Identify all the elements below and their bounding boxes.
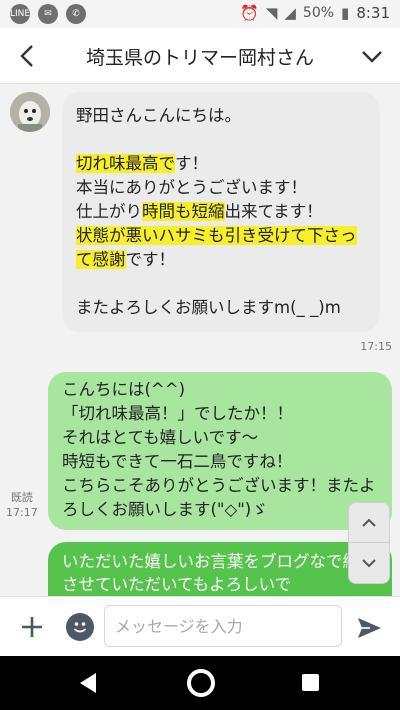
phone-icon: ✆ bbox=[66, 4, 86, 24]
message-input[interactable] bbox=[104, 605, 342, 647]
nav-back-button[interactable] bbox=[78, 671, 98, 699]
wifi-icon: ◥ bbox=[265, 4, 278, 22]
system-nav-bar bbox=[0, 656, 400, 710]
message-line: 状態が悪いハサミも引き受けて下さって感謝です！ bbox=[76, 224, 366, 272]
chat-title: 埼玉県のトリマー岡村さん bbox=[85, 47, 314, 69]
chat-header: 埼玉県のトリマー岡村さん bbox=[0, 28, 400, 84]
highlighted-text: 状態が悪いハサミも引き受けて下さって感謝 bbox=[76, 226, 357, 269]
triangle-back-icon bbox=[80, 673, 96, 693]
message-line: 本当にありがとうございます！ bbox=[76, 178, 307, 197]
plus-icon bbox=[22, 617, 42, 637]
dog-avatar-icon bbox=[10, 92, 50, 132]
chat-area[interactable]: 野田さんこんにちは。 切れ味最高です！ 本当にありがとうございます！ 仕上がり時… bbox=[0, 84, 400, 596]
message-line: またよろしくお願いしますm(_ _)m bbox=[76, 298, 341, 317]
message-text: です！ bbox=[125, 250, 176, 269]
chevron-down-icon bbox=[362, 559, 376, 568]
status-bar: LINE ✉ ✆ ⏰ ◥ ◢ 50% ▮ 8:31 bbox=[0, 0, 400, 28]
outgoing-message[interactable]: いただいた嬉しいお言葉をブログなで紹介させていただいてもよろしいで bbox=[48, 542, 392, 596]
message-input-bar bbox=[0, 596, 400, 656]
outgoing-message[interactable]: こんちには(^^) 「切れ味最高！」でしたか！！ それはとても嬉しいです〜 時短… bbox=[48, 372, 392, 530]
message-line: 野田さんこんにちは。 bbox=[76, 106, 241, 125]
nav-recents-button[interactable] bbox=[302, 674, 319, 691]
message-line: それはとても嬉しいです〜 bbox=[62, 428, 259, 447]
menu-toggle-button[interactable] bbox=[356, 40, 388, 72]
highlighted-text: 切れ味最高で bbox=[76, 154, 175, 173]
message-line: いただいた嬉しいお言葉をブログなで紹介させていただいてもよろしいで bbox=[62, 552, 376, 594]
nav-home-button[interactable] bbox=[187, 669, 215, 697]
message-line: 時短もできて一石二鳥ですね！ bbox=[62, 452, 293, 471]
message-text: す！ bbox=[175, 154, 208, 173]
chevron-up-icon bbox=[362, 518, 376, 527]
line-app-icon: LINE bbox=[10, 4, 30, 24]
message-timestamp: 17:17 bbox=[6, 506, 38, 519]
send-icon bbox=[358, 618, 381, 638]
signal-icon: ◢ bbox=[284, 4, 296, 22]
message-line: 「切れ味最高！」でしたか！！ bbox=[62, 404, 293, 423]
read-receipt: 既読 17:17 bbox=[6, 490, 38, 520]
send-button[interactable] bbox=[354, 613, 384, 643]
highlighted-text: 時間も短縮 bbox=[142, 202, 225, 221]
message-line: 切れ味最高です！ bbox=[76, 152, 366, 176]
alarm-icon: ⏰ bbox=[240, 4, 259, 22]
notification-icons: LINE ✉ ✆ bbox=[10, 4, 86, 24]
chevron-left-icon bbox=[20, 45, 33, 67]
back-button[interactable] bbox=[12, 40, 44, 72]
sticker-button[interactable] bbox=[66, 613, 94, 641]
battery-percent: 50% bbox=[302, 5, 335, 21]
scroll-up-button[interactable] bbox=[348, 502, 390, 544]
message-text: 仕上がり bbox=[76, 202, 142, 221]
clock: 8:31 bbox=[356, 4, 390, 22]
message-line: こんちには(^^) bbox=[62, 380, 186, 399]
add-attachment-button[interactable] bbox=[18, 613, 46, 641]
message-line: こちらこそありがとうございます！またよろしくお願いします("◇")ゞ bbox=[62, 476, 376, 519]
message-text: 出来てます！ bbox=[224, 202, 323, 221]
message-timestamp: 17:15 bbox=[360, 340, 392, 353]
read-label: 既読 bbox=[10, 491, 33, 504]
smiley-icon bbox=[73, 622, 87, 633]
chat-notification-icon: ✉ bbox=[38, 4, 58, 24]
chevron-down-icon bbox=[362, 51, 382, 63]
avatar[interactable] bbox=[10, 92, 50, 132]
incoming-message[interactable]: 野田さんこんにちは。 切れ味最高です！ 本当にありがとうございます！ 仕上がり時… bbox=[62, 92, 380, 332]
system-icons: ⏰ ◥ ◢ 50% ▮ 8:31 bbox=[240, 4, 390, 22]
message-line: 仕上がり時間も短縮出来てます！ bbox=[76, 200, 366, 224]
battery-icon: ▮ bbox=[341, 4, 350, 22]
scroll-down-button[interactable] bbox=[348, 542, 390, 584]
